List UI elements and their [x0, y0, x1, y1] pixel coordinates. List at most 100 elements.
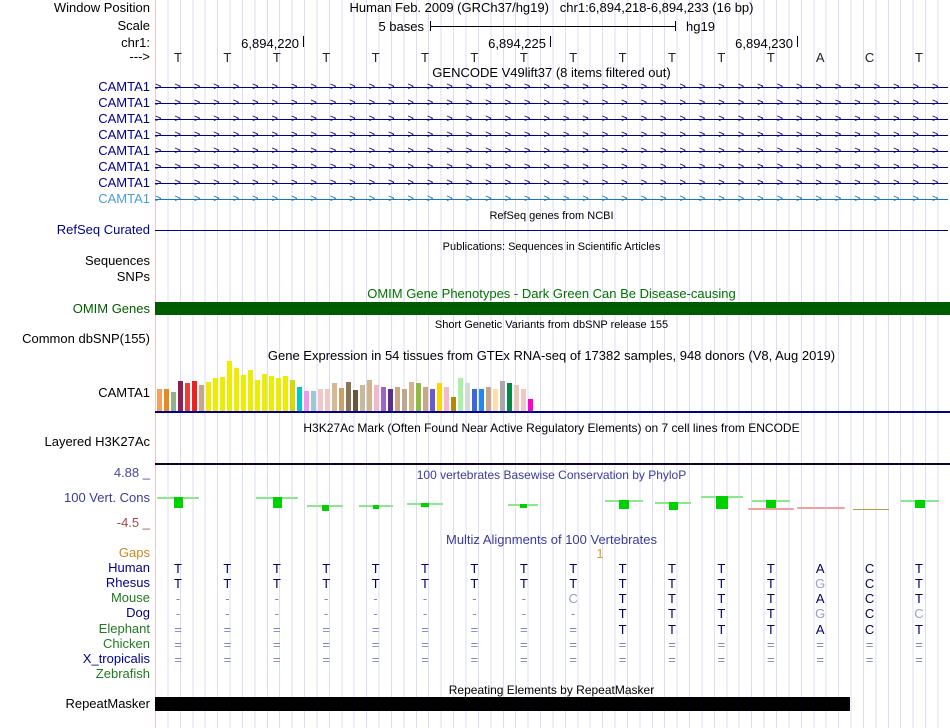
- gtex-bar[interactable]: [332, 383, 337, 411]
- gtex-bar[interactable]: [486, 387, 491, 411]
- repeatmasker-bar[interactable]: [155, 697, 850, 711]
- gtex-bar[interactable]: [521, 389, 526, 411]
- gtex-bar[interactable]: [500, 381, 505, 411]
- gencode-transcript-rows[interactable]: >>>>>>>>>>>>>>>>>>>>>>>>>>>>>>>>>>>>>>>>…: [155, 80, 948, 208]
- gtex-bar[interactable]: [458, 378, 463, 411]
- gtex-bar[interactable]: [381, 387, 386, 411]
- gencode-transcript-label[interactable]: CAMTA1: [0, 80, 150, 94]
- gtex-bar[interactable]: [157, 389, 162, 411]
- gtex-bar[interactable]: [451, 397, 456, 411]
- gtex-bar[interactable]: [192, 381, 197, 411]
- gtex-bar[interactable]: [241, 375, 246, 411]
- gtex-bar[interactable]: [409, 382, 414, 411]
- gtex-bar[interactable]: [318, 389, 323, 411]
- repeatmasker-track-title: Repeating Elements by RepeatMasker: [448, 683, 655, 697]
- gtex-bar[interactable]: [444, 387, 449, 411]
- multiz-species-label[interactable]: Mouse: [0, 591, 150, 605]
- gtex-bar[interactable]: [402, 389, 407, 411]
- gencode-transcript-line[interactable]: >>>>>>>>>>>>>>>>>>>>>>>>>>>>>>>>>>>>>>>>…: [155, 112, 948, 126]
- gtex-bar[interactable]: [395, 387, 400, 411]
- gencode-transcript-label[interactable]: CAMTA1: [0, 96, 150, 110]
- gtex-bar[interactable]: [213, 378, 218, 411]
- gtex-bar[interactable]: [507, 383, 512, 411]
- multiz-species-label[interactable]: Rhesus: [0, 576, 150, 590]
- gencode-transcript-line[interactable]: >>>>>>>>>>>>>>>>>>>>>>>>>>>>>>>>>>>>>>>>…: [155, 128, 948, 142]
- gtex-bar[interactable]: [353, 390, 358, 411]
- gencode-transcript-line[interactable]: >>>>>>>>>>>>>>>>>>>>>>>>>>>>>>>>>>>>>>>>…: [155, 192, 948, 206]
- gtex-bar[interactable]: [367, 380, 372, 411]
- gtex-bar[interactable]: [171, 392, 176, 411]
- gtex-bar[interactable]: [206, 382, 211, 411]
- omim-gene-bar[interactable]: [155, 302, 950, 315]
- publications-snps-label[interactable]: SNPs: [0, 270, 150, 284]
- gtex-bar[interactable]: [465, 383, 470, 411]
- gtex-bar[interactable]: [185, 383, 190, 411]
- gtex-bar[interactable]: [234, 368, 239, 411]
- gencode-transcript-label[interactable]: CAMTA1: [0, 144, 150, 158]
- gtex-bar[interactable]: [304, 391, 309, 411]
- multiz-species-label[interactable]: Elephant: [0, 622, 150, 636]
- gtex-bar[interactable]: [276, 378, 281, 411]
- gtex-bar[interactable]: [269, 376, 274, 411]
- gtex-bar[interactable]: [311, 391, 316, 411]
- gtex-bar[interactable]: [339, 388, 344, 411]
- gtex-bar[interactable]: [290, 380, 295, 411]
- gtex-bar[interactable]: [388, 389, 393, 411]
- omim-genes-label[interactable]: OMIM Genes: [0, 302, 150, 316]
- gtex-bar[interactable]: [479, 389, 484, 411]
- multiz-species-label[interactable]: Dog: [0, 606, 150, 620]
- gencode-transcript-label[interactable]: CAMTA1: [0, 192, 150, 206]
- gtex-bar[interactable]: [430, 389, 435, 411]
- repeatmasker-label[interactable]: RepeatMasker: [0, 697, 150, 711]
- multiz-species-label[interactable]: Chicken: [0, 637, 150, 651]
- gtex-bar[interactable]: [283, 376, 288, 411]
- gtex-bar[interactable]: [297, 387, 302, 411]
- gtex-bar-chart[interactable]: [157, 361, 537, 411]
- gtex-bar[interactable]: [472, 389, 477, 411]
- gtex-bar[interactable]: [178, 381, 183, 411]
- gtex-bar[interactable]: [262, 374, 267, 411]
- gencode-transcript-label[interactable]: CAMTA1: [0, 176, 150, 190]
- gencode-transcript-line[interactable]: >>>>>>>>>>>>>>>>>>>>>>>>>>>>>>>>>>>>>>>>…: [155, 80, 948, 94]
- gtex-bar[interactable]: [360, 385, 365, 411]
- conservation-track-label[interactable]: 100 Vert. Cons: [0, 491, 150, 505]
- publications-sequences-label[interactable]: Sequences: [0, 254, 150, 268]
- gencode-transcript-label[interactable]: CAMTA1: [0, 128, 150, 142]
- multiz-base-cell: =: [915, 652, 923, 667]
- multiz-species-label[interactable]: X_tropicalis: [0, 652, 150, 666]
- multiz-gaps-label[interactable]: Gaps: [0, 546, 150, 560]
- gtex-bar[interactable]: [220, 377, 225, 411]
- gencode-transcript-line[interactable]: >>>>>>>>>>>>>>>>>>>>>>>>>>>>>>>>>>>>>>>>…: [155, 176, 948, 190]
- refseq-curated-line[interactable]: [155, 230, 948, 231]
- gtex-bar[interactable]: [199, 385, 204, 411]
- gtex-bar[interactable]: [325, 389, 330, 411]
- refseq-curated-label[interactable]: RefSeq Curated: [0, 223, 150, 237]
- gtex-bar[interactable]: [493, 389, 498, 411]
- gtex-bar[interactable]: [423, 387, 428, 411]
- gtex-bar[interactable]: [255, 380, 260, 411]
- common-dbsnp-label[interactable]: Common dbSNP(155): [0, 332, 150, 346]
- layered-h3k27ac-label[interactable]: Layered H3K27Ac: [0, 435, 150, 449]
- gencode-transcript-label[interactable]: CAMTA1: [0, 112, 150, 126]
- multiz-base-cell: =: [865, 652, 874, 667]
- gencode-transcript-label[interactable]: CAMTA1: [0, 160, 150, 174]
- multiz-species-label[interactable]: Zebrafish: [0, 667, 150, 681]
- gencode-transcript-line[interactable]: >>>>>>>>>>>>>>>>>>>>>>>>>>>>>>>>>>>>>>>>…: [155, 96, 948, 110]
- gtex-bar[interactable]: [227, 361, 232, 411]
- gtex-bar[interactable]: [514, 385, 519, 411]
- gtex-bar[interactable]: [374, 385, 379, 411]
- gencode-transcript-line[interactable]: >>>>>>>>>>>>>>>>>>>>>>>>>>>>>>>>>>>>>>>>…: [155, 160, 948, 174]
- multiz-species-label[interactable]: Human: [0, 561, 150, 575]
- multiz-base-cell: =: [865, 637, 874, 652]
- multiz-base-cell: T: [569, 576, 578, 591]
- gtex-gene-label[interactable]: CAMTA1: [0, 386, 150, 400]
- gtex-bar[interactable]: [416, 383, 421, 411]
- gtex-bar[interactable]: [346, 382, 351, 411]
- gencode-transcript-line[interactable]: >>>>>>>>>>>>>>>>>>>>>>>>>>>>>>>>>>>>>>>>…: [155, 144, 948, 158]
- gtex-bar[interactable]: [437, 383, 442, 411]
- gtex-bar[interactable]: [248, 370, 253, 411]
- gtex-bar[interactable]: [528, 399, 533, 411]
- base-row[interactable]: TTTTTTTTTTTTTACT: [0, 50, 950, 65]
- gtex-bar[interactable]: [164, 389, 169, 411]
- coordinate-row[interactable]: 6,894,220 6,894,225 6,894,230: [0, 36, 950, 51]
